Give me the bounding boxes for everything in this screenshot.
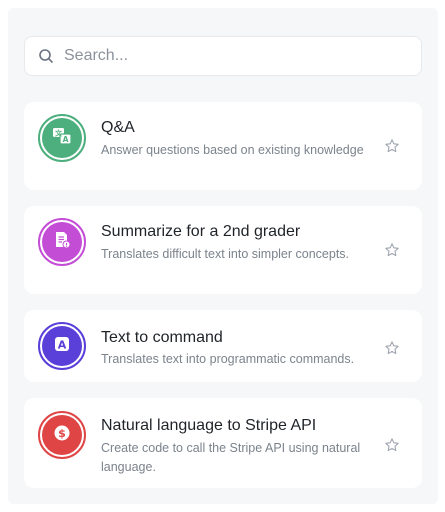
- list-item-stripe-api[interactable]: $ Natural language to Stripe API Create …: [24, 398, 422, 488]
- avatar: 文 A: [38, 114, 86, 162]
- star-icon[interactable]: [384, 242, 400, 258]
- dollar-icon: $: [51, 422, 73, 449]
- item-title: Text to command: [101, 329, 223, 346]
- item-description: Translates difficult text into simpler c…: [101, 247, 350, 261]
- item-title: Natural language to Stripe API: [101, 417, 317, 434]
- star-icon[interactable]: [384, 138, 400, 154]
- search-icon: [38, 48, 54, 64]
- item-description: Answer questions based on existing knowl…: [101, 143, 364, 157]
- translate-icon: 文 A: [51, 125, 73, 152]
- item-description: Create code to call the Stripe API using…: [101, 441, 361, 474]
- svg-text:$: $: [58, 427, 66, 440]
- star-icon[interactable]: [384, 437, 400, 453]
- list-item-summarize[interactable]: Summarize for a 2nd grader Translates di…: [24, 206, 422, 294]
- star-icon[interactable]: [384, 340, 400, 356]
- item-title: Q&A: [101, 119, 135, 136]
- list-item-text-to-command[interactable]: A Text to command Translates text into p…: [24, 310, 422, 382]
- list-item-qa[interactable]: 文 A Q&A Answer questions based on existi…: [24, 102, 422, 190]
- svg-text:A: A: [63, 135, 69, 144]
- avatar: $: [38, 411, 86, 459]
- avatar: [38, 218, 86, 266]
- svg-text:A: A: [58, 338, 67, 351]
- item-description: Translates text into programmatic comman…: [101, 352, 355, 366]
- item-title: Summarize for a 2nd grader: [101, 223, 301, 240]
- avatar: A: [38, 322, 86, 370]
- search-input[interactable]: [64, 47, 394, 65]
- search-box[interactable]: [24, 36, 422, 76]
- document-summary-icon: [51, 229, 73, 256]
- letter-a-icon: A: [51, 333, 73, 360]
